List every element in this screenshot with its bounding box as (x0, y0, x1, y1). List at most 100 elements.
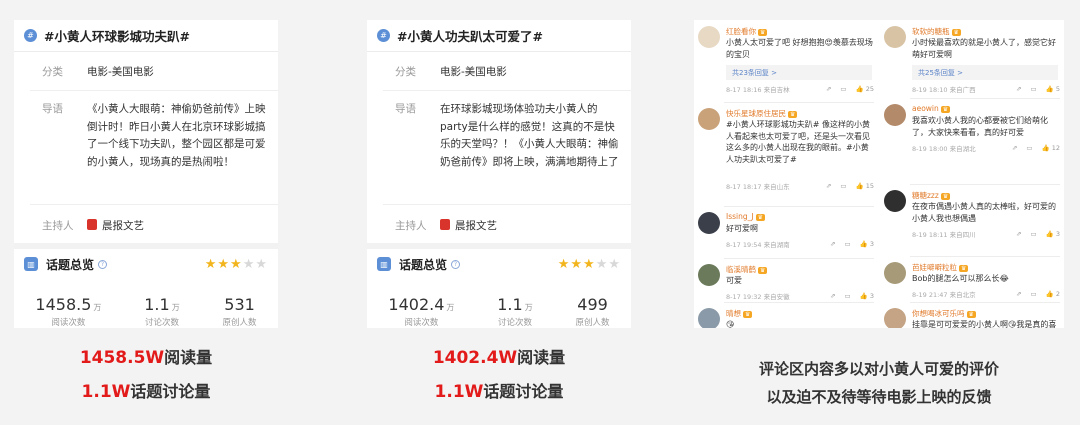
host-name[interactable]: 晨报文艺 (102, 220, 144, 232)
category-row: 分类 电影-美国电影 (14, 52, 278, 90)
host-name[interactable]: 晨报文艺 (455, 220, 497, 232)
avatar[interactable] (698, 26, 720, 48)
like-count: 15 (865, 182, 874, 190)
comment-username[interactable]: 糖糖zzz ♛ (912, 190, 951, 201)
comments-caption-2: 以及迫不及待等待电影上映的反馈 (766, 388, 992, 406)
stat-reads: 1458.5 万 阅读次数 (35, 295, 101, 328)
guide-label: 导语 (395, 103, 416, 115)
username-text[interactable]: 快乐星球原住居民 (726, 109, 786, 118)
comment-icon[interactable]: ▭ (1031, 85, 1037, 93)
timestamp-location: 8-19 18:00 来自湖北 (912, 145, 976, 153)
comment-actions: ⇗ ▭ 👍 2 (1016, 290, 1060, 298)
username-text[interactable]: 晴想 (726, 309, 741, 318)
username-text[interactable]: aeowin (912, 104, 939, 113)
comment-username[interactable]: 红脸看你 ♛ (726, 26, 768, 37)
like-button[interactable]: 👍 2 (1046, 290, 1060, 298)
like-count: 3 (1055, 230, 1060, 238)
comment-meta: 8-19 18:10 来自广西 ⇗ ▭ 👍 5 (912, 84, 1060, 94)
guide-text: 《小黄人大眼萌：神偷奶爸前传》上映倒计时！昨日小黄人在北京环球影城搞了一个线下功… (87, 103, 266, 168)
comment-text: 好可爱啊 (726, 224, 758, 233)
timestamp-location: 8-19 18:11 来自四川 (912, 231, 976, 239)
username-text[interactable]: 软软的糖瓶 (912, 27, 950, 36)
comments-panel: 红脸看你 ♛ 小黄人太可爱了吧 好想抱抱😍羡慕去现场的宝贝 共23条回复 >8-17 … (694, 20, 1064, 328)
comment-meta: 8-19 18:00 来自湖北 ⇗ ▭ 👍 12 (912, 143, 1060, 153)
username-text[interactable]: 芭娃噼噼粒粒 (912, 263, 957, 272)
topic-title[interactable]: #小黄人环球影城功夫趴# (44, 26, 190, 45)
comment-username[interactable]: 软软的糖瓶 ♛ (912, 26, 961, 37)
comment-username[interactable]: aeowin ♛ (912, 104, 951, 113)
share-icon[interactable]: ⇗ (1016, 290, 1021, 298)
share-icon[interactable]: ⇗ (1016, 85, 1021, 93)
thumbs-up-icon: 👍 (859, 292, 870, 300)
avatar[interactable] (884, 262, 906, 284)
avatar[interactable] (698, 108, 720, 130)
like-button[interactable]: 👍 25 (856, 85, 874, 93)
help-icon[interactable]: ? (451, 259, 461, 269)
hashtag-icon: # (24, 29, 37, 42)
avatar[interactable] (884, 26, 906, 48)
timestamp-location: 8-17 18:16 来自吉林 (726, 86, 790, 94)
replies-link[interactable]: 共23条回复 > (726, 65, 872, 80)
comment-username[interactable]: 快乐星球原住居民 ♛ (726, 108, 798, 119)
avatar[interactable] (698, 308, 720, 328)
username-text[interactable]: 红脸看你 (726, 27, 756, 36)
help-icon[interactable]: ? (98, 259, 108, 269)
share-icon[interactable]: ⇗ (1012, 144, 1017, 152)
username-text[interactable]: 糖糖zzz (912, 191, 939, 200)
like-button[interactable]: 👍 15 (856, 182, 874, 190)
caption-number: 1.1W (81, 382, 131, 402)
like-button[interactable]: 👍 3 (860, 292, 874, 300)
like-button[interactable]: 👍 12 (1042, 144, 1060, 152)
caption-text: 阅读量 (517, 348, 566, 367)
avatar[interactable] (698, 264, 720, 286)
share-icon[interactable]: ⇗ (826, 85, 831, 93)
topic-title[interactable]: #小黄人功夫趴太可爱了# (397, 26, 543, 45)
comment-username[interactable]: 临溪晴鹤 ♛ (726, 264, 768, 275)
share-icon[interactable]: ⇗ (830, 292, 835, 300)
stat-label: 讨论次数 (144, 318, 179, 328)
avatar[interactable] (884, 190, 906, 212)
comment-icon[interactable]: ▭ (1031, 290, 1037, 298)
comment-icon[interactable]: ▭ (840, 85, 846, 93)
share-icon[interactable]: ⇗ (1016, 230, 1021, 238)
comment-actions: ⇗ ▭ 👍 5 (1016, 85, 1060, 93)
thumbs-up-icon: 👍 (855, 85, 866, 93)
username-text[interactable]: 你想喝冰可乐吗 (912, 309, 965, 318)
caption-text: 话题讨论量 (130, 382, 211, 401)
comment-icon[interactable]: ▭ (845, 292, 851, 300)
comment-icon[interactable]: ▭ (840, 182, 846, 190)
divider (724, 206, 874, 207)
avatar[interactable] (884, 308, 906, 328)
like-count: 12 (1051, 144, 1060, 152)
like-count: 3 (869, 240, 874, 248)
avatar[interactable] (698, 212, 720, 234)
like-button[interactable]: 👍 5 (1046, 85, 1060, 93)
comment-icon[interactable]: ▭ (1026, 144, 1032, 152)
username-text[interactable]: Issing_J (726, 212, 754, 221)
comment-icon[interactable]: ▭ (1031, 230, 1037, 238)
overview-header: ▥ 话题总览 ? ★★★★★ (367, 249, 631, 279)
comment-actions: ⇗ ▭ 👍 25 (826, 85, 874, 93)
like-button[interactable]: 👍 3 (1046, 230, 1060, 238)
vip-badge-icon: ♛ (940, 193, 951, 200)
stat-reads: 1402.4 万 阅读次数 (388, 295, 454, 328)
host-value[interactable]: 晨报文艺 (87, 218, 144, 243)
comment-username[interactable]: Issing_J ♛ (726, 212, 765, 221)
share-icon[interactable]: ⇗ (826, 182, 831, 190)
topic-header: # #小黄人功夫趴太可爱了# (367, 20, 631, 52)
avatar[interactable] (884, 104, 906, 126)
guide-label: 导语 (42, 103, 63, 115)
guide-row: 导语 在环球影城现场体验功夫小黄人的party是什么样的感觉！这真的不是快乐的天… (367, 91, 631, 204)
username-text[interactable]: 临溪晴鹤 (726, 265, 756, 274)
comment-username[interactable]: 芭娃噼噼粒粒 ♛ (912, 262, 969, 273)
replies-link[interactable]: 共25条回复 > (912, 65, 1058, 80)
comment-username[interactable]: 你想喝冰可乐吗 ♛ (912, 308, 976, 319)
vip-badge-icon: ♛ (743, 311, 753, 318)
like-button[interactable]: 👍 3 (860, 240, 874, 248)
comment-username[interactable]: 晴想 ♛ (726, 308, 753, 319)
share-icon[interactable]: ⇗ (830, 240, 835, 248)
host-value[interactable]: 晨报文艺 (440, 218, 497, 243)
timestamp-location: 8-17 19:54 来自湖南 (726, 241, 790, 249)
comment-meta: 8-19 18:11 来自四川 ⇗ ▭ 👍 3 (912, 229, 1060, 239)
comment-icon[interactable]: ▭ (845, 240, 851, 248)
